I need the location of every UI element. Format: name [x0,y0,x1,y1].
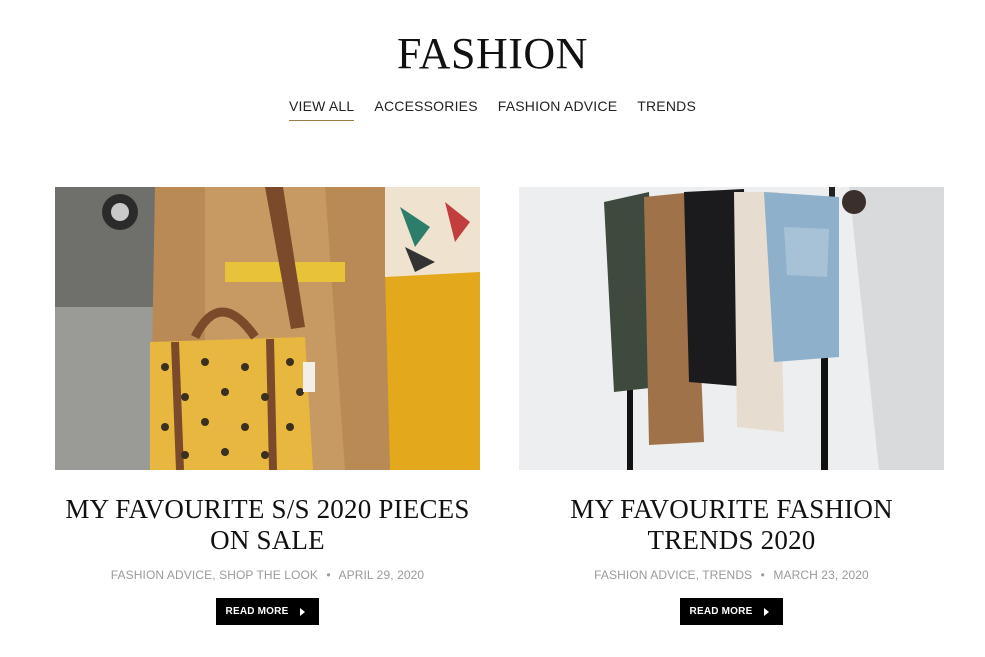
meta-dot: • [760,568,765,582]
post-meta: FASHION ADVICE, SHOP THE LOOK • APRIL 29… [55,568,480,582]
post-date: APRIL 29, 2020 [338,568,425,582]
read-more-label: READ MORE [689,606,753,617]
category-link-trends[interactable]: TRENDS [702,568,752,582]
post-card: MY FAVOURITE S/S 2020 PIECES ON SALE FAS… [55,187,480,625]
read-more-label: READ MORE [225,606,289,617]
post-image-jackets-illustration [519,187,944,470]
category-tabs: VIEW ALL ACCESSORIES FASHION ADVICE TREN… [0,98,985,121]
read-more-button[interactable]: READ MORE [679,598,784,625]
post-date: MARCH 23, 2020 [773,568,869,582]
post-image-bag-illustration [55,187,480,470]
caret-right-icon [300,607,306,616]
post-title[interactable]: MY FAVOURITE FASHION TRENDS 2020 [519,494,944,556]
category-link-fashion-advice[interactable]: FASHION ADVICE [594,568,695,582]
post-title[interactable]: MY FAVOURITE S/S 2020 PIECES ON SALE [55,494,480,556]
post-meta: FASHION ADVICE, TRENDS • MARCH 23, 2020 [519,568,944,582]
tab-trends[interactable]: TRENDS [637,98,696,121]
tab-accessories[interactable]: ACCESSORIES [374,98,477,121]
category-link-fashion-advice[interactable]: FASHION ADVICE [111,568,212,582]
post-image-jackets[interactable] [519,187,944,470]
page-title: FASHION [397,29,588,78]
tab-fashion-advice[interactable]: FASHION ADVICE [498,98,618,121]
caret-right-icon [764,607,770,616]
meta-dot: • [326,568,331,582]
post-card: MY FAVOURITE FASHION TRENDS 2020 FASHION… [519,187,944,625]
tab-view-all[interactable]: VIEW ALL [288,98,355,121]
post-image-bag[interactable] [55,187,480,470]
read-more-button[interactable]: READ MORE [215,598,320,625]
category-link-shop-the-look[interactable]: SHOP THE LOOK [219,568,318,582]
